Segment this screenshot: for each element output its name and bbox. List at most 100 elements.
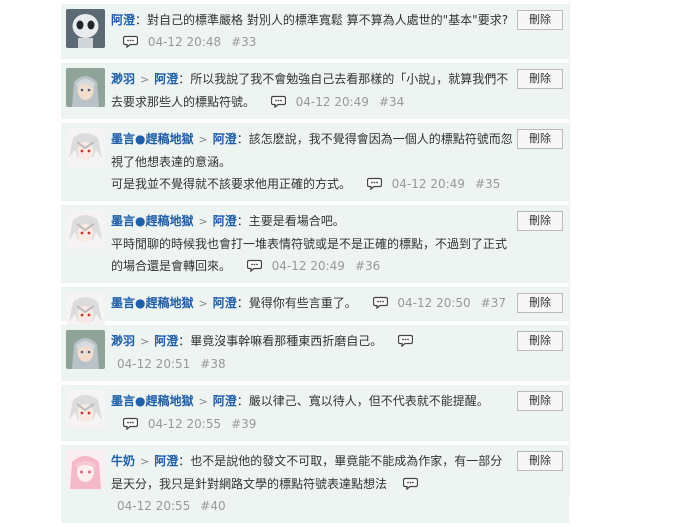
colon-separator: ： (236, 296, 249, 310)
colon-separator: ： (178, 72, 191, 86)
reply-bubble-icon[interactable] (372, 296, 388, 309)
comment-meta: 04-12 20:55 #40 (117, 499, 226, 513)
comment-body: 渺羽 > 阿澄：所以我說了我不會勉強自己去看那樣的「小說」，就算我們不去要求那些人的… (111, 68, 513, 113)
author-link[interactable]: 墨言●趕稿地獄 (111, 132, 193, 146)
pink-hair-avatar[interactable] (66, 450, 105, 489)
floor-number[interactable]: #37 (481, 296, 506, 310)
reply-bubble-icon[interactable] (398, 334, 414, 347)
timestamp: 04-12 20:55 (117, 499, 191, 513)
reply-bubble-icon[interactable] (123, 417, 138, 430)
timestamp: 04-12 20:48 (147, 35, 222, 49)
comment-item: 牛奶 > 阿澄：也不是說他的發文不可取，畢竟能不能成為作家，有一部分是天分，我只是針… (61, 445, 569, 523)
delete-button[interactable]: 刪除 (517, 451, 563, 471)
gray-hair-avatar[interactable] (66, 68, 105, 107)
comment-meta: 04-12 20:49 #34 (296, 95, 405, 109)
timestamp: 04-12 20:49 (391, 177, 465, 191)
comment-text: 覺得你有些言重了。 (248, 296, 357, 310)
reply-bubble-icon[interactable] (246, 259, 262, 272)
comment-meta: 04-12 20:51 #38 (117, 357, 226, 371)
comment-body: 墨言●趕稿地獄 > 阿澄：嚴以律己、寬以待人，但不代表就不能提醒。 04-12 20… (111, 390, 513, 435)
colon-separator: ： (178, 454, 191, 468)
reply-arrow: > (198, 395, 208, 408)
reply-to-link[interactable]: 阿澄 (213, 296, 237, 310)
floor-number[interactable]: #38 (200, 357, 225, 371)
author-link[interactable]: 牛奶 (111, 454, 135, 468)
reply-arrow: > (198, 215, 208, 228)
reply-bubble-icon[interactable] (402, 477, 418, 490)
comment-item: 墨言●趕稿地獄 > 阿澄：覺得你有些言重了。 04-12 20:50 #37 刪除 (61, 287, 569, 331)
reply-to-link[interactable]: 阿澄 (154, 334, 178, 348)
colon-separator: ： (236, 132, 249, 146)
comment-item: 渺羽 > 阿澄：所以我說了我不會勉強自己去看那樣的「小說」，就算我們不去要求那些人的… (61, 63, 569, 119)
timestamp: 04-12 20:50 (397, 296, 471, 310)
delete-button[interactable]: 刪除 (517, 391, 563, 411)
comment-item: 墨言●趕稿地獄 > 阿澄：嚴以律己、寬以待人，但不代表就不能提醒。 04-12 20… (61, 385, 569, 441)
comment-meta: 04-12 20:48 #33 (148, 35, 257, 49)
floor-number[interactable]: #33 (231, 35, 256, 49)
robot-avatar[interactable] (66, 9, 105, 48)
comment-text: 畢竟沒事幹嘛看那種東西折磨自己。 (190, 334, 383, 348)
comment-body: 墨言●趕稿地獄 > 阿澄：覺得你有些言重了。 04-12 20:50 #37 (111, 292, 513, 315)
timestamp: 04-12 20:51 (117, 357, 191, 371)
white-hair-avatar[interactable] (66, 390, 105, 429)
floor-number[interactable]: #39 (231, 417, 256, 431)
delete-button[interactable]: 刪除 (517, 211, 563, 231)
reply-arrow: > (198, 297, 208, 310)
gray-hair-avatar[interactable] (66, 330, 105, 369)
reply-to-link[interactable]: 阿澄 (213, 394, 237, 408)
floor-number[interactable]: #35 (475, 177, 500, 191)
reply-arrow: > (140, 455, 150, 468)
floor-number[interactable]: #34 (379, 95, 404, 109)
author-link[interactable]: 渺羽 (111, 334, 135, 348)
delete-button[interactable]: 刪除 (517, 69, 563, 89)
comment-text: 主要是看場合吧。 (248, 214, 345, 228)
comment-meta: 04-12 20:49 #36 (272, 259, 381, 273)
page-divider (569, 0, 570, 497)
comment-thread: 阿澄：對自己的標準嚴格 對別人的標準寬鬆 算不算為人處世的"基本"要求? 04-… (61, 4, 569, 527)
delete-button[interactable]: 刪除 (517, 293, 563, 313)
colon-separator: ： (135, 13, 148, 27)
comment-text: 嚴以律己、寬以待人，但不代表就不能提醒。 (248, 394, 489, 408)
reply-to-link[interactable]: 阿澄 (111, 13, 135, 27)
timestamp: 04-12 20:49 (295, 95, 369, 109)
reply-arrow: > (140, 335, 150, 348)
comment-item: 渺羽 > 阿澄：畢竟沒事幹嘛看那種東西折磨自己。 04-12 20:51 #38 刪除 (61, 325, 569, 381)
comment-meta: 04-12 20:49 #35 (392, 177, 501, 191)
timestamp: 04-12 20:49 (271, 259, 345, 273)
reply-to-link[interactable]: 阿澄 (213, 132, 237, 146)
comment-body: 牛奶 > 阿澄：也不是說他的發文不可取，畢竟能不能成為作家，有一部分是天分，我只是針… (111, 450, 513, 517)
colon-separator: ： (178, 334, 191, 348)
reply-arrow: > (140, 73, 150, 86)
comment-body: 墨言●趕稿地獄 > 阿澄：該怎麽說，我不覺得會因為一個人的標點符號而忽視了他想表達的… (111, 128, 513, 195)
delete-button[interactable]: 刪除 (517, 10, 563, 30)
comment-body: 墨言●趕稿地獄 > 阿澄：主要是看場合吧。 平時閒聊的時候我也會打一堆表情符號或是不是… (111, 210, 513, 277)
comment-body: 渺羽 > 阿澄：畢竟沒事幹嘛看那種東西折磨自己。 04-12 20:51 #38 (111, 330, 513, 375)
reply-to-link[interactable]: 阿澄 (154, 72, 178, 86)
reply-to-link[interactable]: 阿澄 (213, 214, 237, 228)
delete-button[interactable]: 刪除 (517, 331, 563, 351)
author-link[interactable]: 墨言●趕稿地獄 (111, 394, 193, 408)
white-hair-avatar[interactable] (66, 128, 105, 167)
author-link[interactable]: 渺羽 (111, 72, 135, 86)
author-link[interactable]: 墨言●趕稿地獄 (111, 214, 193, 228)
comment-body: 阿澄：對自己的標準嚴格 對別人的標準寬鬆 算不算為人處世的"基本"要求? 04-… (111, 9, 513, 53)
reply-bubble-icon[interactable] (366, 177, 382, 190)
comment-meta: 04-12 20:55 #39 (148, 417, 257, 431)
delete-button[interactable]: 刪除 (517, 129, 563, 149)
comment-item: 阿澄：對自己的標準嚴格 對別人的標準寬鬆 算不算為人處世的"基本"要求? 04-… (61, 4, 569, 59)
reply-bubble-icon[interactable] (123, 35, 138, 48)
reply-arrow: > (198, 133, 208, 146)
colon-separator: ： (236, 214, 249, 228)
comment-item: 墨言●趕稿地獄 > 阿澄：該怎麽說，我不覺得會因為一個人的標點符號而忽視了他想表達的… (61, 123, 569, 201)
floor-number[interactable]: #36 (355, 259, 380, 273)
comment-item: 墨言●趕稿地獄 > 阿澄：主要是看場合吧。 平時閒聊的時候我也會打一堆表情符號或是不是… (61, 205, 569, 283)
timestamp: 04-12 20:55 (147, 417, 222, 431)
white-hair-avatar[interactable] (66, 210, 105, 249)
author-link[interactable]: 墨言●趕稿地獄 (111, 296, 193, 310)
reply-to-link[interactable]: 阿澄 (154, 454, 178, 468)
comment-meta: 04-12 20:50 #37 (397, 296, 506, 310)
floor-number[interactable]: #40 (200, 499, 225, 513)
colon-separator: ： (236, 394, 249, 408)
reply-bubble-icon[interactable] (270, 95, 286, 108)
comment-text: 對自己的標準嚴格 對別人的標準寬鬆 算不算為人處世的"基本"要求? (147, 13, 509, 27)
